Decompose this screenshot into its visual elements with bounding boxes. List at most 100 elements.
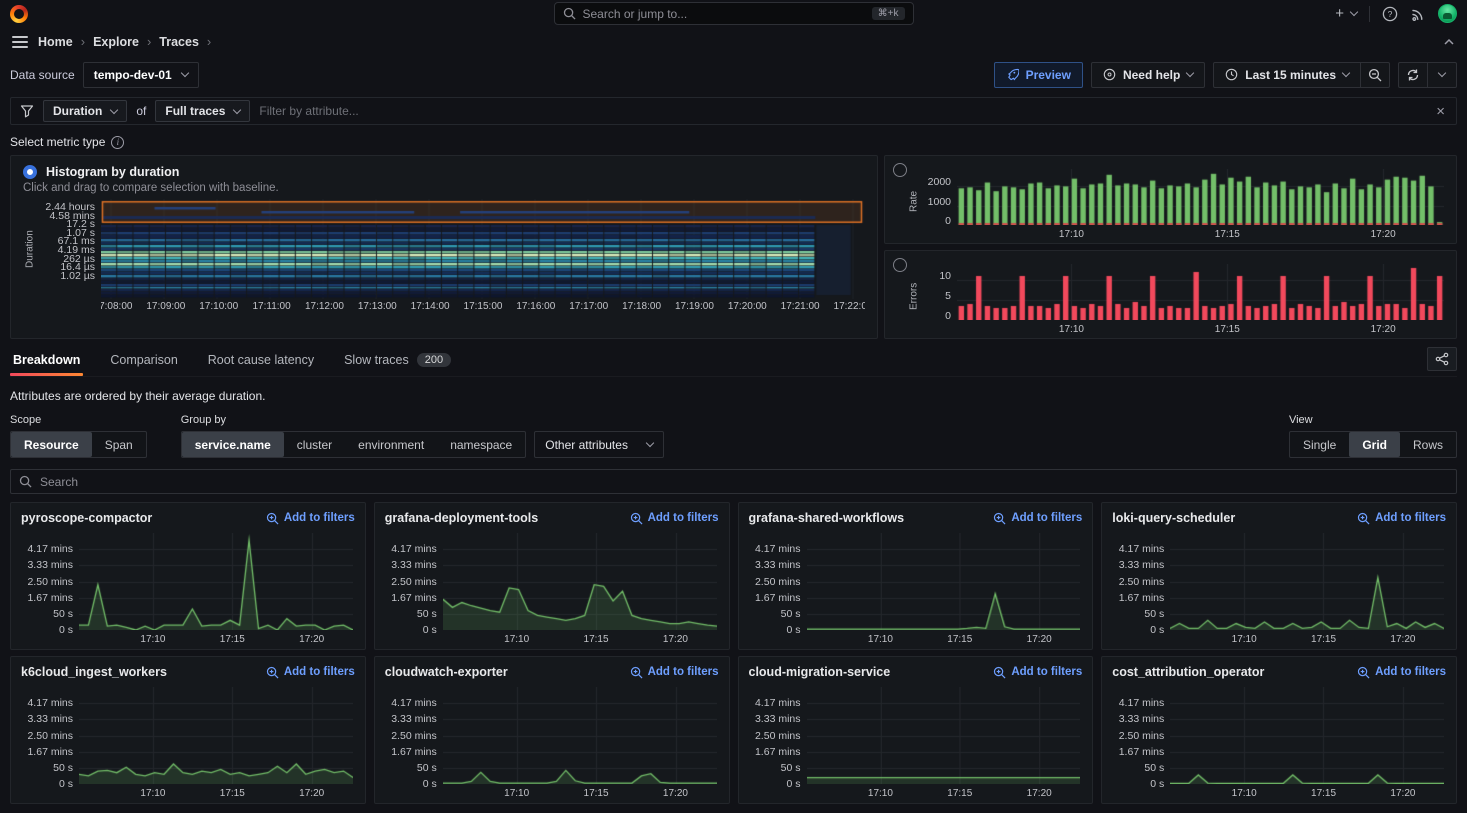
x-tick-label: 17:11:00	[252, 301, 290, 312]
duration-filter-dropdown[interactable]: Duration	[43, 100, 127, 122]
global-search-input[interactable]	[583, 7, 865, 21]
magnifier-plus-icon	[266, 512, 279, 525]
add-to-filters-label: Add to filters	[1375, 512, 1446, 524]
service-panel-k6cloud-ingest-workers: k6cloud_ingest_workersAdd to filters4.17…	[10, 656, 366, 804]
x-tick-label: 17:20:00	[728, 301, 767, 312]
tab-breakdown[interactable]: Breakdown	[10, 345, 83, 376]
groupby-option-cluster[interactable]: cluster	[284, 432, 345, 457]
service-chart-canvas[interactable]	[79, 533, 353, 630]
info-icon[interactable]: i	[111, 136, 124, 149]
rate-radio[interactable]	[893, 163, 907, 177]
view-option-single[interactable]: Single	[1290, 432, 1349, 457]
y-tick-label: 1.67 mins	[755, 746, 801, 758]
service-chart-canvas[interactable]	[443, 687, 717, 784]
service-chart-canvas[interactable]	[1170, 533, 1444, 630]
rate-chart-canvas[interactable]	[957, 169, 1444, 225]
service-name: loki-query-scheduler	[1112, 511, 1235, 525]
x-tick-label: 17:09:00	[146, 301, 185, 312]
groupby-switcher: service.nameclusterenvironmentnamespace	[181, 431, 527, 458]
service-chart-y-axis: 4.17 mins3.33 mins2.50 mins1.67 mins50 s…	[749, 683, 807, 801]
add-to-filters-button[interactable]: Add to filters	[1357, 666, 1446, 679]
add-to-filters-button[interactable]: Add to filters	[1357, 512, 1446, 525]
user-avatar[interactable]	[1438, 4, 1457, 23]
refresh-button[interactable]	[1398, 62, 1428, 88]
groupby-option-service-name[interactable]: service.name	[182, 432, 284, 457]
histogram-radio-selected[interactable]	[23, 165, 37, 179]
time-range-picker[interactable]: Last 15 minutes	[1213, 62, 1361, 88]
x-tick-label: 17:10	[1059, 324, 1084, 335]
y-tick-label: 3.33 mins	[391, 713, 437, 725]
preview-button[interactable]: Preview	[994, 62, 1083, 88]
y-tick-label: 50 s	[53, 762, 73, 774]
y-tick-label: 2.50 mins	[755, 730, 801, 742]
x-tick-label: 17:21:00	[781, 301, 820, 312]
add-to-filters-button[interactable]: Add to filters	[266, 666, 355, 679]
y-tick-label: 2000	[928, 176, 951, 188]
tabs-bar: Breakdown Comparison Root cause latency Slo…	[10, 345, 1457, 377]
service-chart-plot: 17:1017:1517:20	[1170, 683, 1446, 801]
refresh-interval-dropdown[interactable]	[1427, 62, 1457, 88]
y-tick-label: 3.33 mins	[1119, 559, 1165, 571]
y-tick-label: 2.50 mins	[27, 576, 73, 588]
add-to-filters-button[interactable]: Add to filters	[993, 512, 1082, 525]
add-to-filters-button[interactable]: Add to filters	[630, 666, 719, 679]
y-tick-label: 10	[939, 270, 951, 282]
y-tick-label: 4.17 mins	[27, 543, 73, 555]
errors-chart-canvas[interactable]	[957, 264, 1444, 320]
y-tick-label: 4.17 mins	[391, 697, 437, 709]
service-chart-canvas[interactable]	[1170, 687, 1444, 784]
groupby-option-environment[interactable]: environment	[345, 432, 437, 457]
service-panel-cloud-migration-service: cloud-migration-serviceAdd to filters4.1…	[738, 656, 1094, 804]
breadcrumb-bar: Home›Explore›Traces›	[0, 27, 1467, 56]
service-chart-canvas[interactable]	[807, 687, 1081, 784]
breadcrumb-item-traces[interactable]: Traces	[159, 35, 199, 49]
help-icon[interactable]: ?	[1382, 6, 1398, 22]
collapse-chevron-up-icon[interactable]	[1443, 36, 1455, 48]
view-option-grid[interactable]: Grid	[1349, 432, 1400, 457]
scope-option-span[interactable]: Span	[92, 432, 146, 457]
grafana-logo-icon[interactable]	[10, 5, 28, 23]
share-button[interactable]	[1427, 347, 1457, 371]
breadcrumb-item-home[interactable]: Home	[38, 35, 73, 49]
add-to-filters-button[interactable]: Add to filters	[266, 512, 355, 525]
traces-type-dropdown[interactable]: Full traces	[155, 100, 250, 122]
service-chart-canvas[interactable]	[443, 533, 717, 630]
add-to-filters-button[interactable]: Add to filters	[630, 512, 719, 525]
x-tick-label: 17:15	[1311, 788, 1336, 799]
breadcrumb-item-explore[interactable]: Explore	[93, 35, 139, 49]
zoom-out-button[interactable]	[1360, 62, 1390, 88]
errors-radio[interactable]	[893, 258, 907, 272]
x-tick-label: 17:08:00	[101, 301, 132, 312]
service-chart-canvas[interactable]	[79, 687, 353, 784]
add-to-filters-label: Add to filters	[648, 666, 719, 678]
view-option-rows[interactable]: Rows	[1400, 432, 1456, 457]
tab-slow-traces[interactable]: Slow traces200	[341, 345, 454, 376]
x-tick-label: 17:20	[663, 788, 688, 799]
groupby-option-namespace[interactable]: namespace	[437, 432, 525, 457]
datasource-picker[interactable]: tempo-dev-01	[83, 62, 199, 88]
scope-option-resource[interactable]: Resource	[11, 432, 92, 457]
attribute-filter-input[interactable]	[259, 104, 1425, 118]
search-icon	[563, 7, 576, 20]
x-tick-label: 17:13:00	[358, 301, 397, 312]
tab-comparison[interactable]: Comparison	[107, 345, 180, 376]
add-new-button[interactable]: +	[1335, 5, 1357, 22]
add-to-filters-button[interactable]: Add to filters	[993, 666, 1082, 679]
attribute-search[interactable]	[10, 469, 1457, 494]
x-tick-label: 17:15	[584, 788, 609, 799]
clear-filters-icon[interactable]: ×	[1434, 103, 1447, 120]
news-feed-icon[interactable]	[1410, 6, 1426, 22]
breakdown-controls: Scope ResourceSpan Group by service.name…	[10, 414, 1457, 458]
service-chart: 4.17 mins3.33 mins2.50 mins1.67 mins50 s…	[21, 683, 355, 801]
service-chart-canvas[interactable]	[807, 533, 1081, 630]
menu-toggle-icon[interactable]	[12, 36, 28, 48]
service-chart-x-axis: 17:1017:1517:20	[79, 632, 353, 646]
attribute-search-input[interactable]	[40, 475, 1448, 489]
need-help-button[interactable]: Need help	[1091, 62, 1205, 88]
rate-axis-label: Rate	[907, 161, 921, 241]
duration-heatmap-canvas[interactable]	[101, 199, 865, 299]
tab-root-cause-latency[interactable]: Root cause latency	[205, 345, 317, 376]
service-panel-cloudwatch-exporter: cloudwatch-exporterAdd to filters4.17 mi…	[374, 656, 730, 804]
other-attributes-select[interactable]: Other attributes	[534, 431, 664, 458]
global-search[interactable]: ⌘+k	[554, 2, 914, 25]
